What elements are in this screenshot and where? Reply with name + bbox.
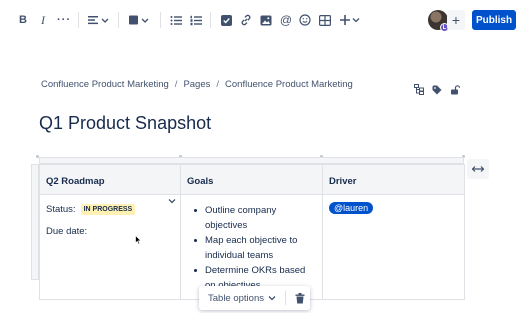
mention-button[interactable]: @ [279, 10, 293, 30]
table-options-label: Table options [208, 292, 264, 304]
header-cell-roadmap[interactable]: Q2 Roadmap [39, 164, 181, 195]
status-label: Status: [46, 204, 76, 215]
table-row: Status: IN PROGRESS Due date: Outline co… [39, 194, 465, 300]
mention-icon: @ [279, 13, 293, 27]
align-button[interactable] [87, 10, 111, 30]
cell-options-icon[interactable] [168, 197, 176, 206]
user-mention[interactable]: @lauren [329, 202, 374, 214]
bold-button[interactable]: B [16, 10, 30, 30]
roadmap-table: Q2 Roadmap Goals Driver Status: IN PROGR… [39, 164, 465, 300]
emoji-icon [299, 14, 311, 26]
chevron-down-icon [268, 293, 276, 304]
insert-button[interactable] [340, 10, 362, 30]
due-date-label: Due date: [46, 226, 88, 237]
tag-icon [432, 85, 442, 95]
lock-icon [451, 85, 461, 95]
page-title[interactable]: Q1 Product Snapshot [39, 113, 211, 134]
toolbar-divider [78, 12, 79, 28]
italic-icon: I [41, 12, 45, 27]
restrictions-button[interactable] [450, 82, 461, 95]
breadcrumb-item-pages[interactable]: Pages [183, 79, 210, 90]
insert-plus-icon [340, 15, 360, 25]
image-button[interactable] [259, 10, 273, 30]
trash-icon [295, 292, 305, 303]
invite-button[interactable]: + [447, 10, 465, 30]
text-color-icon [129, 15, 149, 25]
list-item: Outline company objectives [187, 203, 316, 233]
column-controls[interactable] [39, 157, 464, 164]
hierarchy-icon [414, 84, 424, 95]
emoji-button[interactable] [298, 10, 312, 30]
bullet-list-button[interactable] [169, 10, 183, 30]
toolbar-divider [210, 12, 211, 28]
hierarchy-button[interactable] [414, 82, 424, 95]
task-icon [220, 14, 232, 26]
header-cell-goals[interactable]: Goals [180, 164, 323, 195]
italic-button[interactable]: I [37, 10, 49, 30]
table-options-button[interactable]: Table options [208, 293, 276, 304]
table-floating-toolbar: Table options [199, 286, 310, 310]
link-icon [241, 14, 251, 26]
bullet-list-icon [170, 15, 182, 25]
breadcrumb: Confluence Product Marketing / Pages / Confl… [41, 79, 353, 90]
toolbar-divider [118, 12, 119, 28]
status-badge[interactable]: IN PROGRESS [80, 204, 136, 215]
table-width-button[interactable] [467, 159, 489, 179]
row-controls[interactable] [31, 164, 39, 280]
breadcrumb-item-parent[interactable]: Confluence Product Marketing [225, 79, 353, 90]
table-header-row: Q2 Roadmap Goals Driver [39, 164, 465, 195]
table-button[interactable] [318, 10, 332, 30]
breadcrumb-separator: / [216, 79, 220, 90]
toolbar-divider [160, 12, 161, 28]
link-button[interactable] [239, 10, 253, 30]
roadmap-cell[interactable]: Status: IN PROGRESS Due date: [39, 194, 181, 300]
delete-table-button[interactable] [295, 292, 305, 304]
goals-list: Outline company objectives Map each obje… [187, 203, 316, 293]
goals-cell[interactable]: Outline company objectives Map each obje… [180, 194, 323, 300]
numbered-list-icon [190, 15, 202, 25]
numbered-list-button[interactable] [189, 10, 203, 30]
bold-icon: B [19, 14, 27, 26]
table: Q2 Roadmap Goals Driver Status: IN PROGR… [31, 155, 465, 300]
toolbar-divider [284, 291, 286, 305]
publish-button[interactable]: Publish [472, 10, 516, 30]
list-item: Map each objective to individual teams [187, 233, 316, 263]
editor-toolbar: B I ··· @ L + Publish [0, 0, 522, 40]
task-button[interactable] [219, 10, 233, 30]
breadcrumb-item-space[interactable]: Confluence Product Marketing [41, 79, 169, 90]
text-color-button[interactable] [127, 10, 151, 30]
status-line: Status: IN PROGRESS [46, 204, 174, 215]
header-cell-driver[interactable]: Driver [322, 164, 465, 195]
align-icon [88, 16, 109, 25]
more-formatting-button[interactable]: ··· [56, 10, 72, 30]
expand-arrows-icon [472, 166, 484, 172]
table-icon [319, 14, 331, 26]
image-icon [260, 15, 272, 25]
breadcrumb-separator: / [174, 79, 178, 90]
driver-cell[interactable]: @lauren [322, 194, 465, 300]
labels-button[interactable] [432, 82, 442, 95]
mouse-cursor-icon [135, 232, 142, 250]
more-formatting-icon: ··· [57, 14, 71, 26]
